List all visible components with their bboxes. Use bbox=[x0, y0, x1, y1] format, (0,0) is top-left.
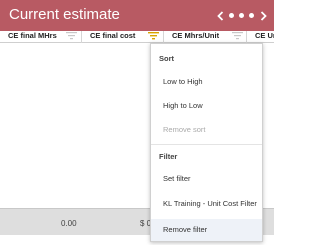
window-title: Current estimate bbox=[9, 6, 120, 23]
menu-divider bbox=[151, 144, 262, 145]
menu-item-sort-low-to-high[interactable]: Low to High bbox=[151, 71, 262, 93]
page-dot[interactable] bbox=[239, 13, 244, 18]
page-dot[interactable] bbox=[249, 13, 254, 18]
column-header-ce-final-cost[interactable]: CE final cost bbox=[82, 31, 164, 43]
column-header-label: CE final MHrs bbox=[8, 31, 57, 40]
chevron-left-icon[interactable] bbox=[215, 9, 225, 23]
column-header-ce-final-mhrs[interactable]: CE final MHrs bbox=[0, 31, 82, 43]
menu-item-remove-sort: Remove sort bbox=[163, 125, 206, 134]
chevron-right-icon[interactable] bbox=[258, 9, 268, 23]
column-header-ce-mhrs-unit[interactable]: CE Mhrs/Unit bbox=[164, 31, 247, 43]
filter-icon[interactable] bbox=[232, 32, 243, 40]
column-header-label: CE Mhrs/Unit bbox=[172, 31, 220, 40]
menu-item-remove-filter[interactable]: Remove filter bbox=[151, 219, 262, 241]
menu-item-set-filter[interactable]: Set filter bbox=[151, 168, 262, 190]
total-ce-final-mhrs: 0.00 bbox=[61, 219, 77, 228]
column-header-row: CE final MHrs CE final cost CE Mhrs/Unit… bbox=[0, 31, 274, 43]
menu-item-kl-training-unit-cost-filter[interactable]: KL Training - Unit Cost Filter bbox=[151, 193, 262, 215]
filter-icon[interactable] bbox=[66, 32, 77, 40]
filter-heading: Filter bbox=[159, 152, 178, 161]
column-header-label: CE Un bbox=[255, 31, 274, 40]
column-header-ce-unit[interactable]: CE Un bbox=[247, 31, 274, 43]
filter-active-icon[interactable] bbox=[148, 32, 159, 40]
page-dot[interactable] bbox=[229, 13, 234, 18]
pager bbox=[215, 0, 268, 31]
sort-heading: Sort bbox=[159, 54, 174, 63]
column-header-label: CE final cost bbox=[90, 31, 136, 40]
column-context-menu: Sort Low to High High to Low Remove sort… bbox=[150, 43, 263, 242]
title-bar: Current estimate bbox=[0, 0, 274, 31]
menu-item-sort-high-to-low[interactable]: High to Low bbox=[151, 95, 262, 117]
